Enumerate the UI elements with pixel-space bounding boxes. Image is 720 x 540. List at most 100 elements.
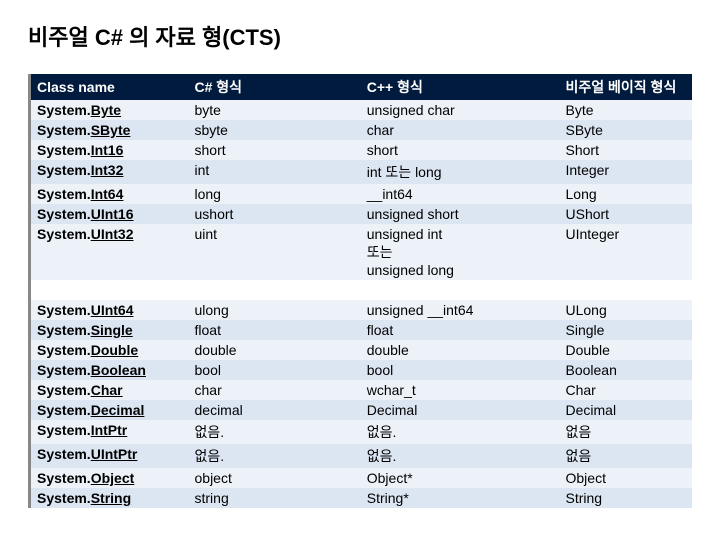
cell-classname: System.UInt32 <box>30 224 189 280</box>
class-link: Char <box>91 382 123 398</box>
cell-csharp: short <box>189 140 361 160</box>
cell-cpp: int 또는 long <box>361 160 560 184</box>
cell-classname: System.UInt16 <box>30 204 189 224</box>
class-link: Int64 <box>91 186 124 202</box>
class-link: Object <box>91 470 135 486</box>
cell-cpp: wchar_t <box>361 380 560 400</box>
cell-cpp: unsigned short <box>361 204 560 224</box>
cell-classname: System.Object <box>30 468 189 488</box>
cell-vb: Short <box>560 140 693 160</box>
cell-vb: UInteger <box>560 224 693 280</box>
cell-vb: ULong <box>560 300 693 320</box>
cell-vb: 없음 <box>560 444 693 468</box>
cell-cpp: char <box>361 120 560 140</box>
cell-cpp: String* <box>361 488 560 508</box>
cell-vb: 없음 <box>560 420 693 444</box>
cell-csharp: 없음. <box>189 444 361 468</box>
table-row: System.Int64long__int64Long <box>30 184 693 204</box>
cell-csharp: object <box>189 468 361 488</box>
cell-cpp: unsigned char <box>361 100 560 120</box>
class-prefix: System. <box>37 422 91 438</box>
table-row: System.SBytesbytecharSByte <box>30 120 693 140</box>
table-row: System.BooleanboolboolBoolean <box>30 360 693 380</box>
cell-csharp: double <box>189 340 361 360</box>
class-prefix: System. <box>37 206 91 222</box>
class-prefix: System. <box>37 102 91 118</box>
cell-cpp: bool <box>361 360 560 380</box>
class-link: Boolean <box>91 362 146 378</box>
class-link: UInt32 <box>91 226 134 242</box>
cell-classname: System.UIntPtr <box>30 444 189 468</box>
class-link: UIntPtr <box>91 446 138 462</box>
class-prefix: System. <box>37 490 91 506</box>
class-prefix: System. <box>37 226 91 242</box>
types-table: Class name C# 형식 C++ 형식 비주얼 베이직 형식 Syste… <box>28 74 692 508</box>
cell-csharp: bool <box>189 360 361 380</box>
class-link: Double <box>91 342 138 358</box>
table-row: System.IntPtr없음.없음.없음 <box>30 420 693 444</box>
class-link: IntPtr <box>91 422 128 438</box>
table-row: System.UIntPtr없음.없음.없음 <box>30 444 693 468</box>
class-prefix: System. <box>37 142 91 158</box>
table-row: System.ObjectobjectObject*Object <box>30 468 693 488</box>
cell-classname: System.IntPtr <box>30 420 189 444</box>
class-prefix: System. <box>37 362 91 378</box>
cell-classname: System.Double <box>30 340 189 360</box>
class-link: String <box>91 490 131 506</box>
cell-csharp: byte <box>189 100 361 120</box>
cell-cpp: float <box>361 320 560 340</box>
class-link: Int16 <box>91 142 124 158</box>
cell-csharp: int <box>189 160 361 184</box>
cell-classname: System.Decimal <box>30 400 189 420</box>
cell-classname: System.UInt64 <box>30 300 189 320</box>
cell-classname: System.Boolean <box>30 360 189 380</box>
class-prefix: System. <box>37 342 91 358</box>
cell-cpp: short <box>361 140 560 160</box>
class-prefix: System. <box>37 122 91 138</box>
cell-csharp: uint <box>189 224 361 280</box>
cell-csharp: ushort <box>189 204 361 224</box>
class-prefix: System. <box>37 302 91 318</box>
table-row: System.Int16shortshortShort <box>30 140 693 160</box>
cell-vb: SByte <box>560 120 693 140</box>
cell-classname: System.SByte <box>30 120 189 140</box>
cell-csharp: decimal <box>189 400 361 420</box>
cell-csharp: char <box>189 380 361 400</box>
cell-csharp: ulong <box>189 300 361 320</box>
cell-cpp: Decimal <box>361 400 560 420</box>
cell-csharp: string <box>189 488 361 508</box>
cell-csharp: float <box>189 320 361 340</box>
col-classname: Class name <box>30 74 189 100</box>
class-prefix: System. <box>37 162 91 178</box>
cell-vb: UShort <box>560 204 693 224</box>
cell-vb: Decimal <box>560 400 693 420</box>
class-prefix: System. <box>37 402 91 418</box>
table-row: System.Charcharwchar_tChar <box>30 380 693 400</box>
class-link: SByte <box>91 122 131 138</box>
cell-classname: System.Single <box>30 320 189 340</box>
class-prefix: System. <box>37 470 91 486</box>
cell-vb: Long <box>560 184 693 204</box>
page-title: 비주얼 C# 의 자료 형(CTS) <box>28 20 692 52</box>
class-link: Decimal <box>91 402 145 418</box>
cell-vb: Double <box>560 340 693 360</box>
cell-csharp: 없음. <box>189 420 361 444</box>
class-link: UInt64 <box>91 302 134 318</box>
cell-vb: Object <box>560 468 693 488</box>
cell-cpp: double <box>361 340 560 360</box>
cell-vb: Boolean <box>560 360 693 380</box>
col-vb: 비주얼 베이직 형식 <box>560 74 693 100</box>
cell-vb: Integer <box>560 160 693 184</box>
table-row: System.DoubledoubledoubleDouble <box>30 340 693 360</box>
table-header-row: Class name C# 형식 C++ 형식 비주얼 베이직 형식 <box>30 74 693 100</box>
table-row: System.Bytebyteunsigned charByte <box>30 100 693 120</box>
table-row: System.Int32intint 또는 longInteger <box>30 160 693 184</box>
cell-cpp: unsigned int 또는 unsigned long <box>361 224 560 280</box>
table-row: System.StringstringString*String <box>30 488 693 508</box>
class-prefix: System. <box>37 322 91 338</box>
cell-classname: System.Byte <box>30 100 189 120</box>
class-link: UInt16 <box>91 206 134 222</box>
cell-vb: String <box>560 488 693 508</box>
cell-vb: Single <box>560 320 693 340</box>
table-row: System.SinglefloatfloatSingle <box>30 320 693 340</box>
